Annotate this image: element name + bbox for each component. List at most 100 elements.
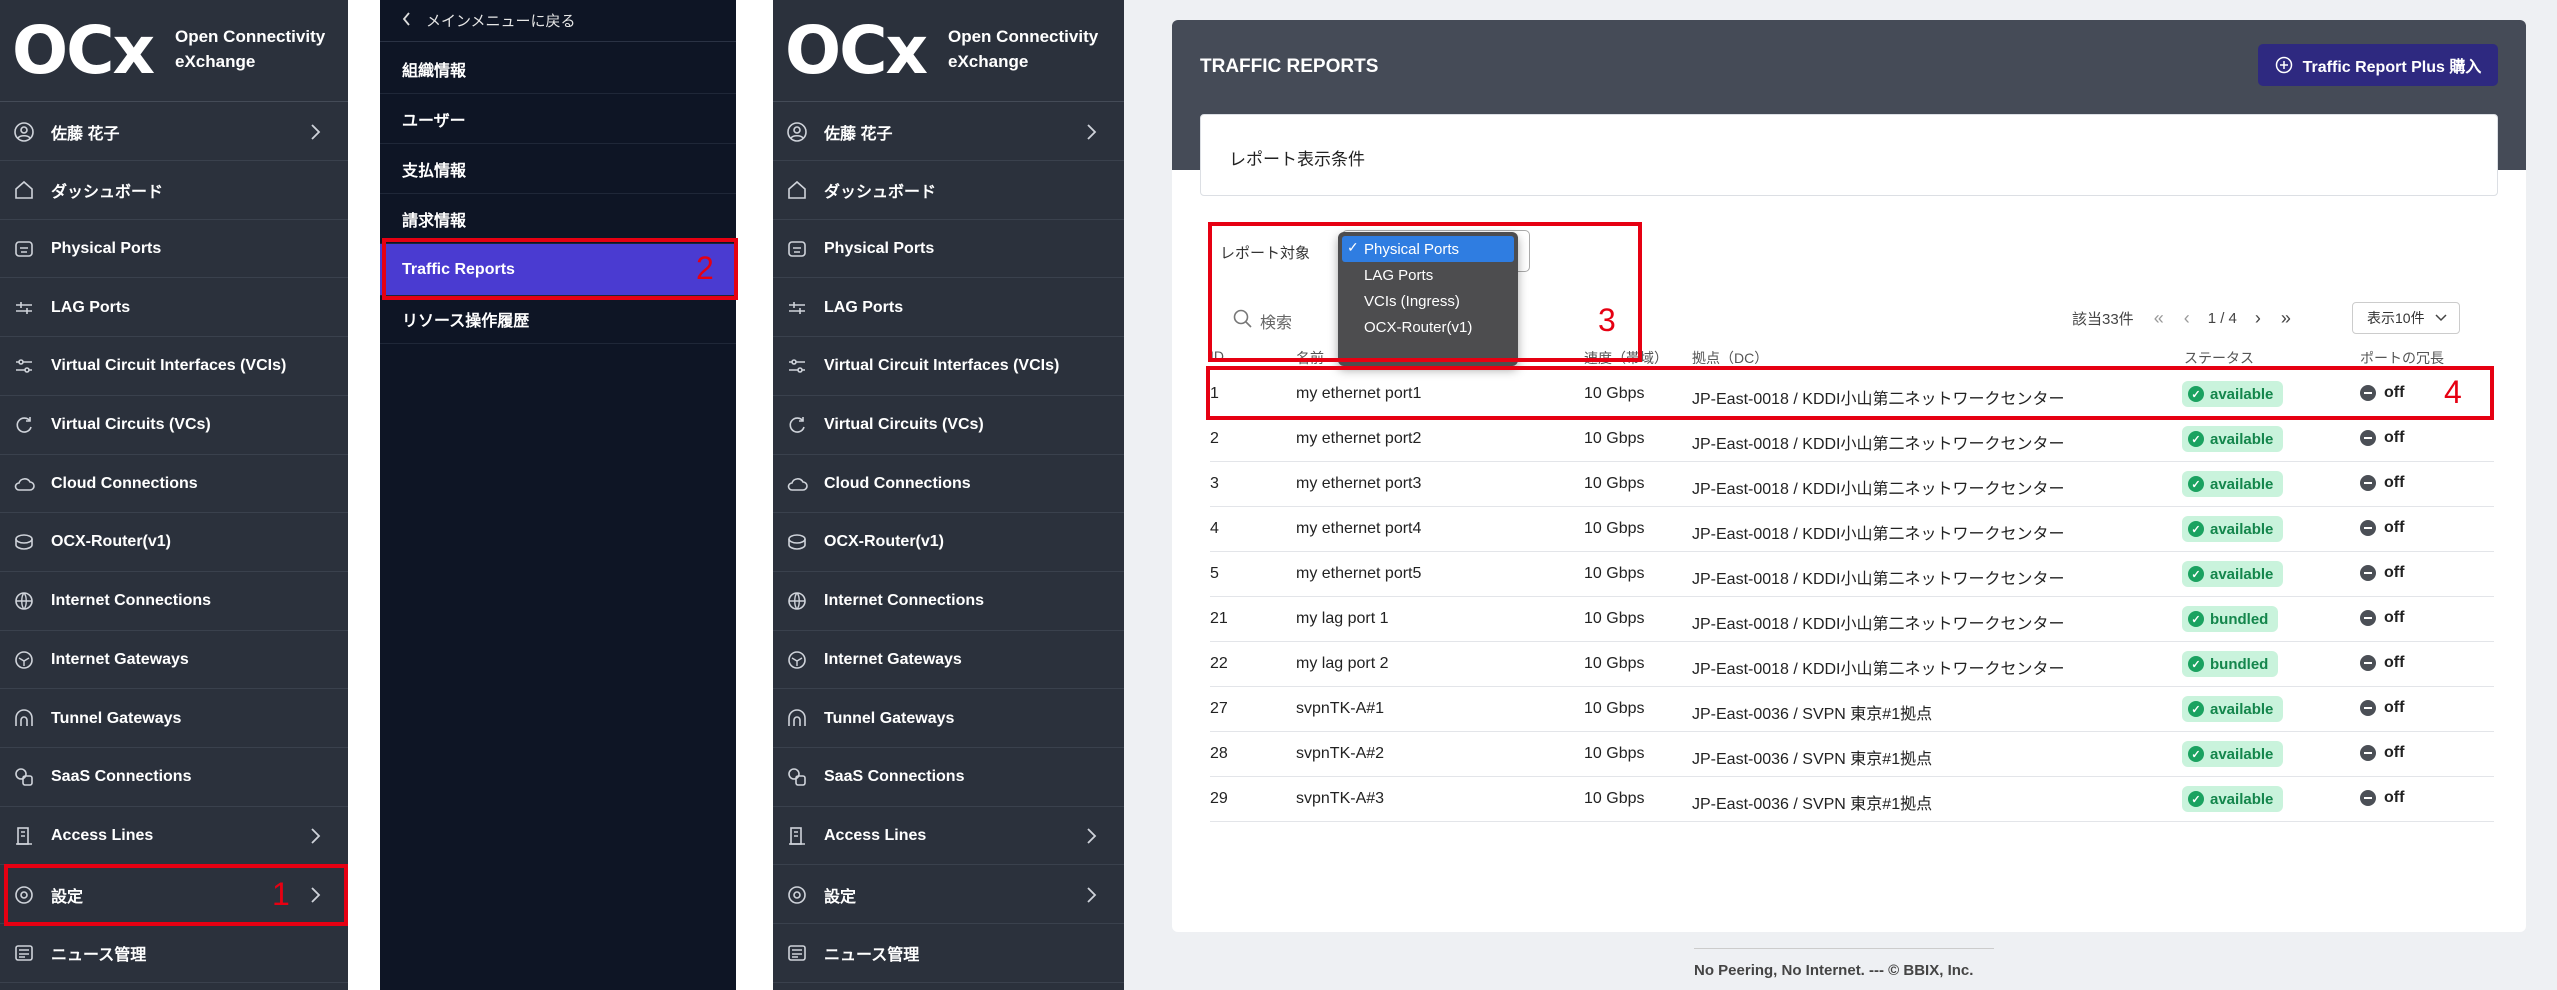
port-icon: [13, 238, 35, 260]
cell-id: 29: [1210, 790, 1228, 807]
sidebar-item-label: Tunnel Gateways: [51, 709, 182, 727]
sidebar-item-11[interactable]: Tunnel Gateways: [0, 690, 348, 748]
sidebar-item-5[interactable]: Virtual Circuit Interfaces (VCIs): [0, 338, 348, 396]
traffic-report-plus-button[interactable]: Traffic Report Plus 購入: [2258, 44, 2498, 86]
sidebar-item-13[interactable]: Access Lines: [0, 807, 348, 866]
sidebar-item-13[interactable]: Access Lines: [773, 807, 1124, 866]
sidebar-item-7[interactable]: Cloud Connections: [0, 455, 348, 514]
check-circle-icon: ✓: [2188, 521, 2204, 537]
col-header-redundancy: ポートの冗長: [2360, 350, 2444, 366]
cell-speed: 10 Gbps: [1584, 475, 1645, 492]
sidebar-item-10[interactable]: Internet Gateways: [773, 631, 1124, 690]
page-size-select[interactable]: 表示10件: [2352, 302, 2460, 334]
submenu-item-payment[interactable]: 支払情報: [380, 144, 736, 194]
status-label: bundled: [2210, 655, 2269, 673]
status-badge: ✓ available: [2182, 561, 2284, 587]
sidebar-item-4[interactable]: LAG Ports: [0, 279, 348, 338]
sidebar-item-3[interactable]: Physical Ports: [773, 220, 1124, 279]
first-page-icon[interactable]: «: [2154, 308, 2164, 329]
sidebar-item-6[interactable]: Virtual Circuits (VCs): [773, 397, 1124, 455]
sidebar-item-1[interactable]: 佐藤 花子: [0, 103, 348, 161]
lag-icon: [13, 297, 35, 319]
cell-dc: JP-East-0018 / KDDI小山第二ネットワークセンター: [1692, 526, 2065, 543]
ocx-logo: OCx: [12, 12, 155, 89]
sidebar-item-10[interactable]: Internet Gateways: [0, 631, 348, 690]
sidebar-item-7[interactable]: Cloud Connections: [773, 455, 1124, 514]
chevron-right-icon: [304, 825, 326, 847]
submenu-item-billing[interactable]: 請求情報: [380, 194, 736, 244]
col-header-status: ステータス: [2184, 350, 2254, 366]
cell-speed: 10 Gbps: [1584, 700, 1645, 717]
prev-page-icon[interactable]: ‹: [2184, 308, 2190, 329]
minus-circle-icon: [2360, 430, 2376, 446]
sidebar-item-9[interactable]: Internet Connections: [0, 573, 348, 631]
sidebar-item-14[interactable]: 設定: [773, 866, 1124, 925]
submenu-item-organization[interactable]: 組織情報: [380, 44, 736, 94]
cell-id: 22: [1210, 655, 1228, 672]
building-icon: [786, 825, 808, 847]
gateway-icon: [13, 649, 35, 671]
cell-id: 3: [1210, 475, 1219, 492]
logo-line2: eXchange: [948, 52, 1029, 71]
table-row[interactable]: 2 my ethernet port2 10 Gbps JP-East-0018 / …: [1210, 417, 2494, 462]
sidebar-item-label: Virtual Circuits (VCs): [51, 416, 211, 433]
redundancy-label: off: [2384, 654, 2405, 671]
sidebar-item-4[interactable]: LAG Ports: [773, 279, 1124, 338]
cell-speed: 10 Gbps: [1584, 790, 1645, 807]
home-icon: [786, 179, 808, 201]
sidebar-item-2[interactable]: ダッシュボード: [0, 162, 348, 220]
last-page-icon[interactable]: »: [2281, 308, 2291, 329]
sliders-icon: [786, 355, 808, 377]
sidebar-item-12[interactable]: SaaS Connections: [773, 749, 1124, 807]
back-to-main-menu[interactable]: メインメニューに戻る: [380, 0, 736, 42]
cell-speed: 10 Gbps: [1584, 430, 1645, 447]
sidebar-item-6[interactable]: Virtual Circuits (VCs): [0, 397, 348, 455]
sidebar-item-5[interactable]: Virtual Circuit Interfaces (VCIs): [773, 338, 1124, 396]
table-row[interactable]: 22 my lag port 2 10 Gbps JP-East-0018 / KDD…: [1210, 642, 2494, 687]
sidebar-item-label: Internet Gateways: [824, 650, 962, 668]
next-page-icon[interactable]: ›: [2255, 308, 2261, 329]
chevron-right-icon: [1080, 884, 1102, 906]
pagination: 該当33件 « ‹ 1 / 4 › »: [2072, 302, 2301, 334]
sidebar-item-15[interactable]: ニュース管理: [773, 925, 1124, 983]
result-count: 該当33件: [2072, 310, 2134, 328]
cell-speed: 10 Gbps: [1584, 520, 1645, 537]
redundancy-cell: off: [2360, 429, 2404, 447]
sidebar-item-3[interactable]: Physical Ports: [0, 220, 348, 279]
status-badge: ✓ available: [2182, 516, 2284, 542]
globe-icon: [13, 590, 35, 612]
logo-area-2[interactable]: OCx Open Connectivity eXchange: [773, 0, 1124, 102]
sidebar-item-1[interactable]: 佐藤 花子: [773, 103, 1124, 161]
status-label: available: [2210, 565, 2274, 583]
submenu-item-users[interactable]: ユーザー: [380, 94, 736, 144]
sidebar-item-9[interactable]: Internet Connections: [773, 573, 1124, 631]
sidebar-item-8[interactable]: OCX-Router(v1): [0, 514, 348, 572]
redundancy-cell: off: [2360, 564, 2404, 582]
table-row[interactable]: 21 my lag port 1 10 Gbps JP-East-0018 / KDD…: [1210, 597, 2494, 642]
cell-speed: 10 Gbps: [1584, 565, 1645, 582]
cell-dc: JP-East-0036 / SVPN 東京#1拠点: [1692, 751, 1933, 768]
table-row[interactable]: 4 my ethernet port4 10 Gbps JP-East-0018 / …: [1210, 507, 2494, 552]
report-conditions-panel[interactable]: レポート表示条件: [1200, 114, 2498, 196]
sidebar-item-2[interactable]: ダッシュボード: [773, 162, 1124, 220]
port-icon: [786, 238, 808, 260]
minus-circle-icon: [2360, 610, 2376, 626]
table-row[interactable]: 28 svpnTK-A#2 10 Gbps JP-East-0036 / SVPN 東…: [1210, 732, 2494, 777]
cell-name: my lag port 1: [1296, 610, 1389, 627]
check-circle-icon: ✓: [2188, 431, 2204, 447]
sidebar-item-8[interactable]: OCX-Router(v1): [773, 514, 1124, 572]
sidebar-item-11[interactable]: Tunnel Gateways: [773, 690, 1124, 748]
table-row[interactable]: 5 my ethernet port5 10 Gbps JP-East-0018 / …: [1210, 552, 2494, 597]
sidebar-item-15[interactable]: ニュース管理: [0, 925, 348, 983]
table-row[interactable]: 27 svpnTK-A#1 10 Gbps JP-East-0036 / SVPN 東…: [1210, 687, 2494, 732]
annotation-box-1: [4, 864, 348, 926]
table-row[interactable]: 3 my ethernet port3 10 Gbps JP-East-0018 / …: [1210, 462, 2494, 507]
logo-area[interactable]: OCx Open Connectivity eXchange: [0, 0, 348, 102]
page-title: TRAFFIC REPORTS: [1200, 56, 1379, 77]
check-circle-icon: ✓: [2188, 656, 2204, 672]
submenu-item-resource-history[interactable]: リソース操作履歴: [380, 294, 736, 344]
cell-speed: 10 Gbps: [1584, 610, 1645, 627]
sidebar-item-12[interactable]: SaaS Connections: [0, 749, 348, 807]
table-row[interactable]: 29 svpnTK-A#3 10 Gbps JP-East-0036 / SVPN 東…: [1210, 777, 2494, 822]
router-icon: [786, 531, 808, 553]
